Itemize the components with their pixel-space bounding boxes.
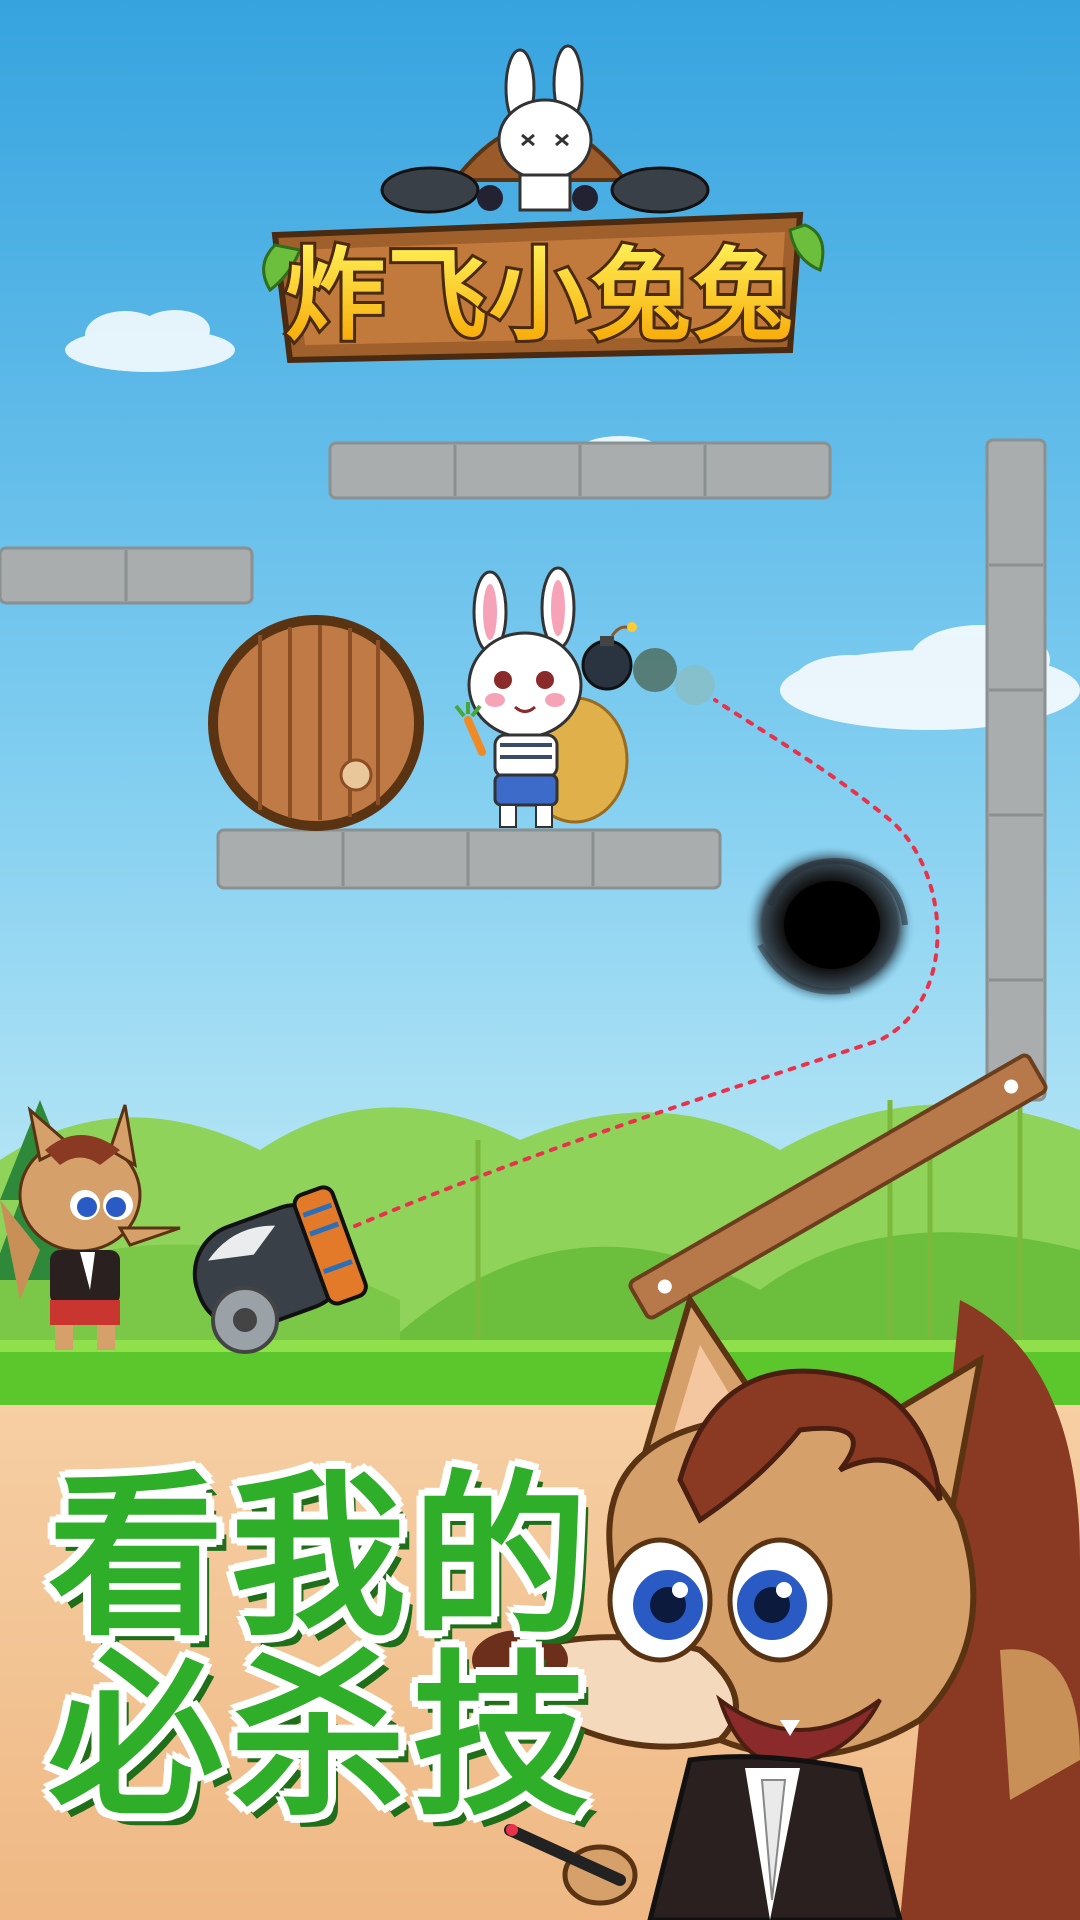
- stone-platform-left: [0, 546, 254, 605]
- slogan-line-2: 必杀技: [48, 1635, 595, 1840]
- wooden-door-icon[interactable]: [208, 615, 424, 831]
- stone-platform-top: [328, 441, 832, 500]
- slogan-line-1: 看我的: [48, 1455, 595, 1660]
- stone-pillar-right: [985, 438, 1047, 1102]
- game-title: 炸飞小兔兔: [285, 237, 795, 354]
- stone-platform-middle: [216, 828, 722, 890]
- black-hole-icon: [745, 845, 915, 1005]
